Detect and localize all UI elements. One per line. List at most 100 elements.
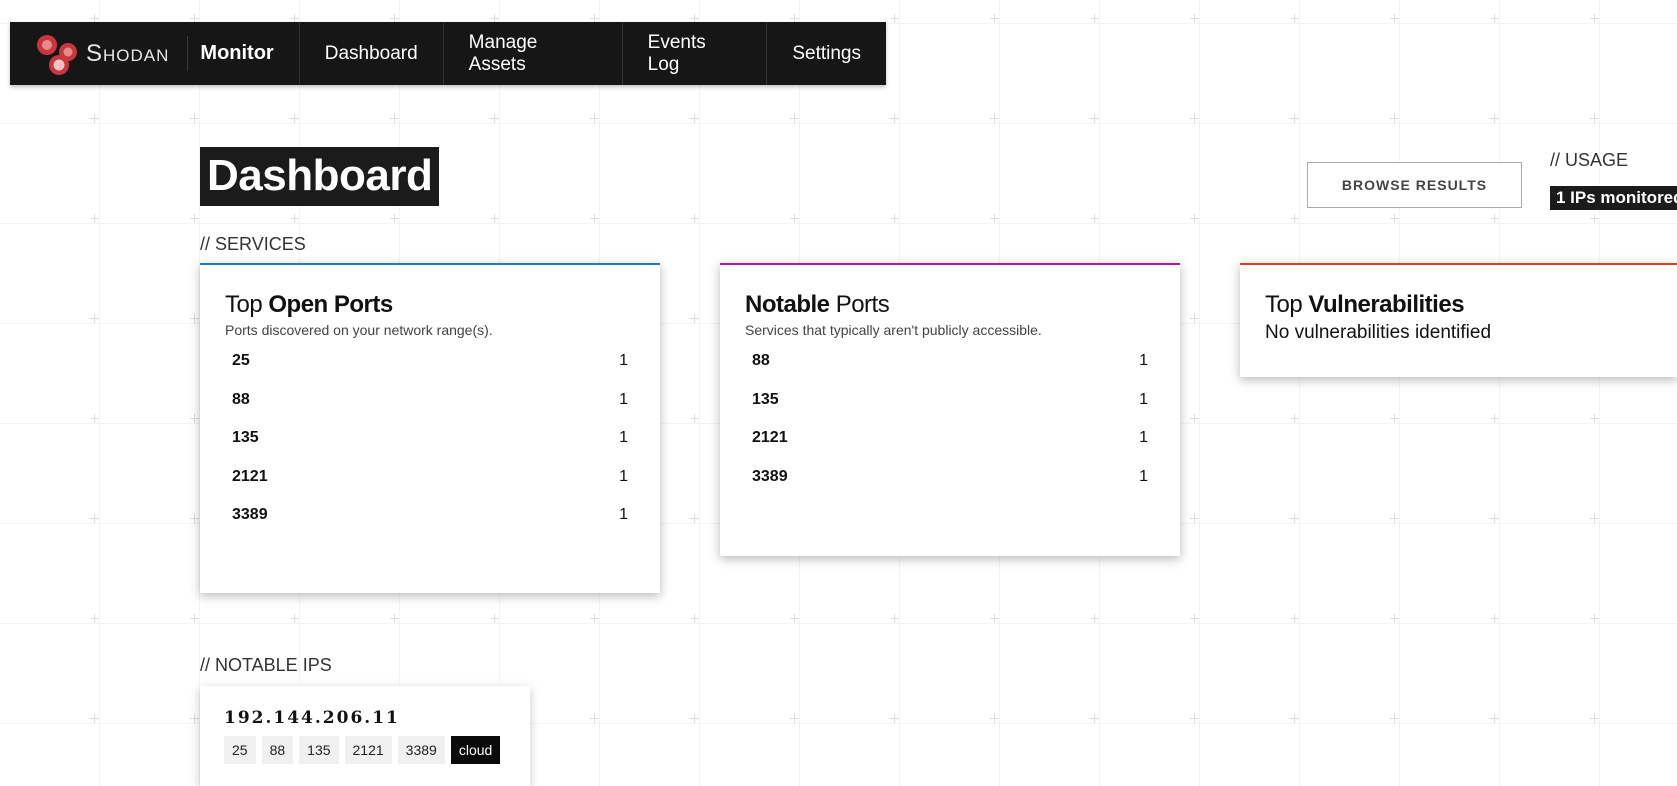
port-row[interactable]: 3389 1 <box>225 496 635 535</box>
grid-cross <box>490 214 499 223</box>
grid-cross <box>790 114 799 123</box>
cloud-tag[interactable]: cloud <box>450 736 501 764</box>
grid-cross <box>890 214 899 223</box>
browse-results-button[interactable]: BROWSE RESULTS <box>1307 162 1522 208</box>
grid-cross <box>190 614 199 623</box>
card-title: Top Open Ports <box>225 291 393 318</box>
ip-tags: 25 88 135 2121 3389 cloud <box>224 736 506 764</box>
grid-cross <box>690 214 699 223</box>
port-row[interactable]: 135 1 <box>745 381 1155 420</box>
grid-cross <box>90 614 99 623</box>
port-number: 88 <box>232 390 250 408</box>
port-row[interactable]: 88 1 <box>225 381 635 420</box>
port-row[interactable]: 25 1 <box>225 342 635 381</box>
port-count: 1 <box>619 467 628 485</box>
card-title: Notable Ports <box>745 291 890 318</box>
port-tag[interactable]: 88 <box>261 736 294 764</box>
grid-cross <box>690 114 699 123</box>
port-row[interactable]: 2121 1 <box>225 458 635 497</box>
grid-cross <box>1290 214 1299 223</box>
grid-cross <box>1590 714 1599 723</box>
grid-cross <box>1590 114 1599 123</box>
grid-cross <box>1190 114 1199 123</box>
nav-item-events-log[interactable]: Events Log <box>623 22 768 85</box>
grid-cross <box>290 214 299 223</box>
grid-cross <box>1290 114 1299 123</box>
nav-item-dashboard[interactable]: Dashboard <box>300 22 444 85</box>
port-row[interactable]: 2121 1 <box>745 419 1155 458</box>
port-number: 25 <box>232 352 250 370</box>
grid-cross <box>790 214 799 223</box>
grid-cross <box>90 414 99 423</box>
port-count: 1 <box>1139 390 1148 408</box>
grid-cross <box>590 214 599 223</box>
grid-cross <box>1490 614 1499 623</box>
port-number: 88 <box>752 352 770 370</box>
grid-cross <box>1390 514 1399 523</box>
grid-cross <box>290 114 299 123</box>
grid-cross <box>390 114 399 123</box>
grid-cross <box>90 714 99 723</box>
brand-text: Shodan <box>86 39 170 67</box>
port-tag[interactable]: 2121 <box>344 736 392 764</box>
open-ports-list: 25 1 88 1 135 1 2121 1 3389 1 <box>225 342 635 535</box>
grid-cross <box>890 614 899 623</box>
grid-cross <box>190 514 199 523</box>
usage-label: // USAGE <box>1550 150 1629 170</box>
card-title: Top Vulnerabilities <box>1265 291 1465 318</box>
grid-cross <box>890 14 899 23</box>
top-open-ports-card: Top Open Ports Ports discovered on your … <box>200 263 660 593</box>
port-count: 1 <box>619 352 628 370</box>
port-row[interactable]: 135 1 <box>225 419 635 458</box>
notable-ports-card: Notable Ports Services that typically ar… <box>720 263 1180 556</box>
grid-cross <box>1590 214 1599 223</box>
grid-cross <box>990 214 999 223</box>
grid-cross <box>690 714 699 723</box>
port-count: 1 <box>1139 429 1148 447</box>
services-section-label: // SERVICES <box>200 234 306 254</box>
top-navbar: Shodan Monitor Dashboard Manage Assets E… <box>10 22 886 85</box>
grid-cross <box>1190 514 1199 523</box>
nav-item-manage-assets[interactable]: Manage Assets <box>444 22 623 85</box>
port-row[interactable]: 88 1 <box>745 342 1155 381</box>
grid-cross <box>190 414 199 423</box>
card-subtitle: Ports discovered on your network range(s… <box>225 322 493 338</box>
shodan-logo[interactable]: Shodan <box>10 34 189 75</box>
port-count: 1 <box>619 429 628 447</box>
grid-cross <box>590 114 599 123</box>
grid-cross <box>90 114 99 123</box>
grid-cross <box>990 614 999 623</box>
port-count: 1 <box>1139 352 1148 370</box>
grid-cross <box>1090 114 1099 123</box>
grid-cross <box>790 714 799 723</box>
port-tag[interactable]: 25 <box>224 736 256 764</box>
grid-cross <box>1290 514 1299 523</box>
notable-ports-list: 88 1 135 1 2121 1 3389 1 <box>745 342 1155 496</box>
card-subtitle: Services that typically aren't publicly … <box>745 322 1042 338</box>
grid-cross <box>1390 614 1399 623</box>
grid-cross <box>1190 614 1199 623</box>
grid-cross <box>990 114 999 123</box>
notable-ip-card: 192.144.206.11 25 88 135 2121 3389 cloud <box>200 686 530 786</box>
grid-cross <box>1290 414 1299 423</box>
grid-cross <box>490 114 499 123</box>
port-tag[interactable]: 3389 <box>397 736 445 764</box>
notable-ips-section-label: // NOTABLE IPS <box>200 655 332 675</box>
grid-cross <box>1390 714 1399 723</box>
grid-cross <box>1290 614 1299 623</box>
nav-monitor-title[interactable]: Monitor <box>188 22 300 85</box>
grid-cross <box>690 414 699 423</box>
port-tag[interactable]: 135 <box>299 736 339 764</box>
port-row[interactable]: 3389 1 <box>745 458 1155 497</box>
grid-cross <box>90 314 99 323</box>
grid-cross <box>690 314 699 323</box>
nav-item-settings[interactable]: Settings <box>767 22 886 85</box>
grid-cross <box>1490 114 1499 123</box>
no-vulnerabilities-message: No vulnerabilities identified <box>1265 322 1492 343</box>
grid-cross <box>890 114 899 123</box>
ip-address-link[interactable]: 192.144.206.11 <box>224 708 506 728</box>
port-number: 2121 <box>752 429 788 447</box>
port-number: 135 <box>232 429 259 447</box>
grid-cross <box>90 514 99 523</box>
grid-cross <box>1590 414 1599 423</box>
